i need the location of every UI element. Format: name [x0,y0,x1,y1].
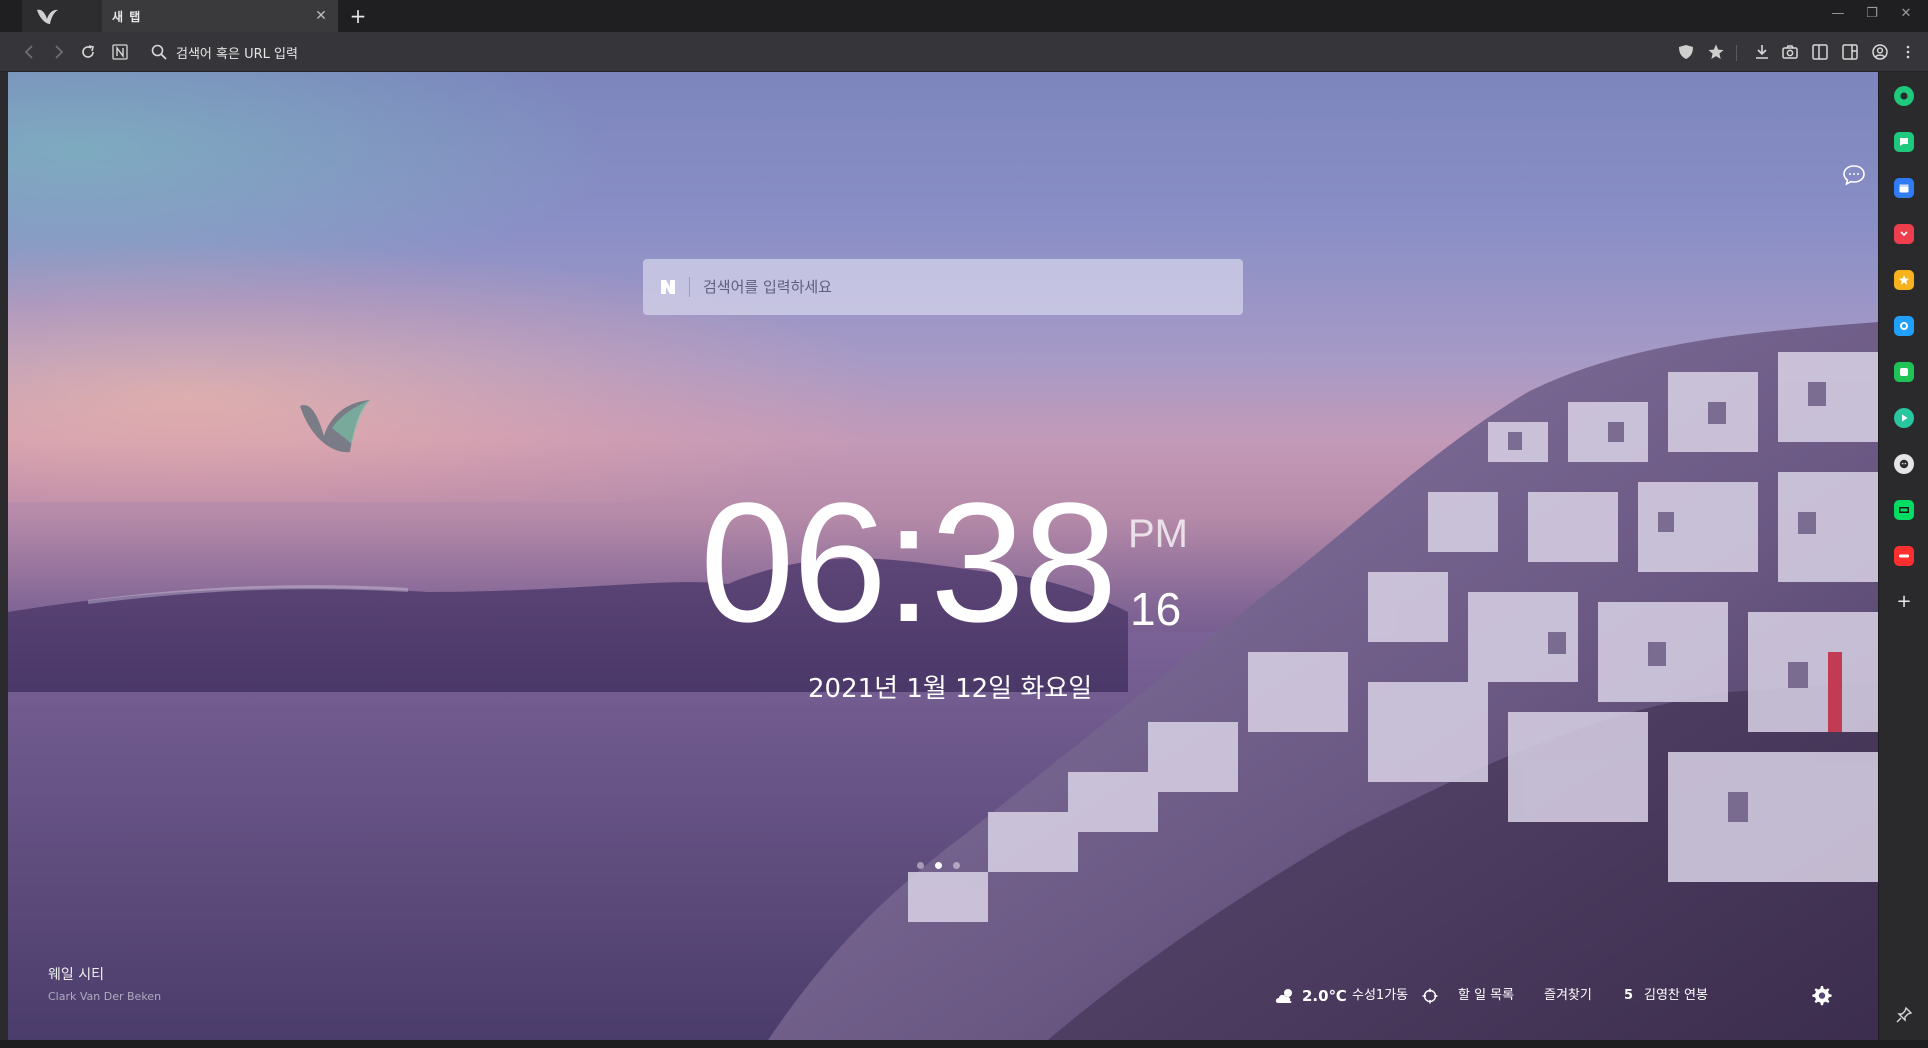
line-icon [1900,368,1908,376]
now-icon [1899,554,1909,558]
star-icon [1899,275,1909,285]
weather-temp[interactable]: 2.0℃ [1302,984,1347,1008]
shield-icon [1679,45,1693,59]
restore-icon[interactable]: ❐ [1860,4,1884,24]
new-tab-button[interactable]: + [346,4,370,28]
github-icon [1899,459,1909,469]
sidebar-item-home[interactable] [1894,86,1914,106]
sidebar-item-papago[interactable] [1894,316,1914,336]
whale-mascot-icon [300,400,370,453]
panel-button[interactable] [1808,40,1832,64]
clock-hours-minutes: 06:38 [700,468,1117,658]
clock-seconds: 16 [1130,583,1182,635]
circle-icon [1900,92,1908,100]
bookmark-button[interactable] [1704,40,1728,64]
sidebar-item-line[interactable] [1894,362,1914,382]
sidebar-item-github[interactable] [1894,454,1914,474]
tab-new[interactable]: 새 탭 ✕ [102,0,338,32]
webtoon-icon [1899,507,1909,513]
forward-button[interactable] [46,40,70,64]
wallpaper-pager [915,860,965,870]
star-icon [1708,44,1724,59]
pager-dot-2[interactable] [935,862,942,869]
capture-button[interactable] [1778,40,1802,64]
browser-window: 새 탭 ✕ + — ❐ ✕ 검색어 혹은 URL 입력 검색어를 입력하세요 0… [0,0,1928,1048]
tab-title: 새 탭 [112,10,142,24]
reload-button[interactable] [76,40,100,64]
toolbar-divider [1736,45,1737,61]
sidebar-item-webtoon[interactable] [1894,500,1914,520]
toolbar: 검색어 혹은 URL 입력 [0,32,1928,72]
todo-link[interactable]: 할 일 목록 [1458,984,1514,1008]
address-bar[interactable]: 검색어 혹은 URL 입력 [148,40,1648,64]
pager-dot-1[interactable] [917,862,924,869]
contact-link[interactable]: 김영찬 연봉 [1644,984,1708,1008]
whale-icon [37,9,58,24]
sidebar-item-player[interactable] [1894,408,1914,428]
tab-whale[interactable] [22,0,102,32]
wallpaper-title[interactable]: 웨일 시티 [48,964,104,984]
weather-location[interactable]: 수성1가동 [1352,984,1408,1008]
search-input[interactable] [703,259,1223,315]
bookmarks-link[interactable]: 즐겨찾기 [1544,984,1592,1008]
sidebar-add-button[interactable]: + [1894,592,1914,612]
menu-icon [1906,45,1910,59]
shield-button[interactable] [1674,40,1698,64]
sidebar-item-favorites[interactable] [1894,270,1914,290]
sidebar-item-pocket[interactable] [1894,224,1914,244]
location-target-icon[interactable] [1422,988,1438,1004]
sidebar-toggle-button[interactable] [1838,40,1862,64]
naver-logo-icon [661,280,675,294]
sidebar-item-calendar[interactable] [1894,178,1914,198]
date-label: 2021년 1월 12일 화요일 [808,674,1093,704]
reload-icon [82,45,94,58]
search-icon [151,44,167,60]
panel-icon [1812,44,1828,60]
pin-icon[interactable] [1895,1006,1913,1024]
right-sidebar: + [1878,72,1928,1048]
sidebar-item-now[interactable] [1894,546,1914,566]
pager-dot-3[interactable] [953,862,960,869]
chat-bubble-icon [1900,138,1908,146]
calendar-icon [1899,184,1909,193]
clock-ampm: PM [1128,512,1188,556]
left-edge [0,72,8,1048]
naver-button[interactable] [108,40,132,64]
naver-icon [112,44,128,60]
download-icon [1756,45,1768,59]
address-text: 검색어 혹은 URL 입력 [176,47,298,62]
play-icon [1902,414,1908,422]
menu-button[interactable] [1896,40,1920,64]
translate-icon [1900,322,1908,330]
search-box[interactable] [643,259,1243,315]
wallpaper-author: Clark Van Der Beken [48,990,162,1003]
forward-icon [55,45,64,59]
back-icon [24,45,33,59]
account-button[interactable] [1868,40,1892,64]
sidebar-icon [1842,44,1858,60]
download-button[interactable] [1750,40,1774,64]
sidebar-item-talk[interactable] [1894,132,1914,152]
chat-icon[interactable] [1842,164,1866,186]
close-icon[interactable]: ✕ [312,7,330,25]
pocket-icon [1900,231,1908,237]
tab-bar: 새 탭 ✕ + — ❐ ✕ [0,0,1928,32]
back-button[interactable] [18,40,42,64]
window-close-icon[interactable]: ✕ [1894,4,1918,24]
weather-cloud-icon [1275,989,1292,1003]
gear-icon[interactable] [1810,984,1832,1006]
camera-icon [1782,45,1798,59]
status-strip [0,1040,1928,1048]
minimize-icon[interactable]: — [1826,4,1850,24]
notification-count: 5 [1624,988,1634,1003]
account-icon [1872,44,1888,60]
search-divider [689,277,690,297]
